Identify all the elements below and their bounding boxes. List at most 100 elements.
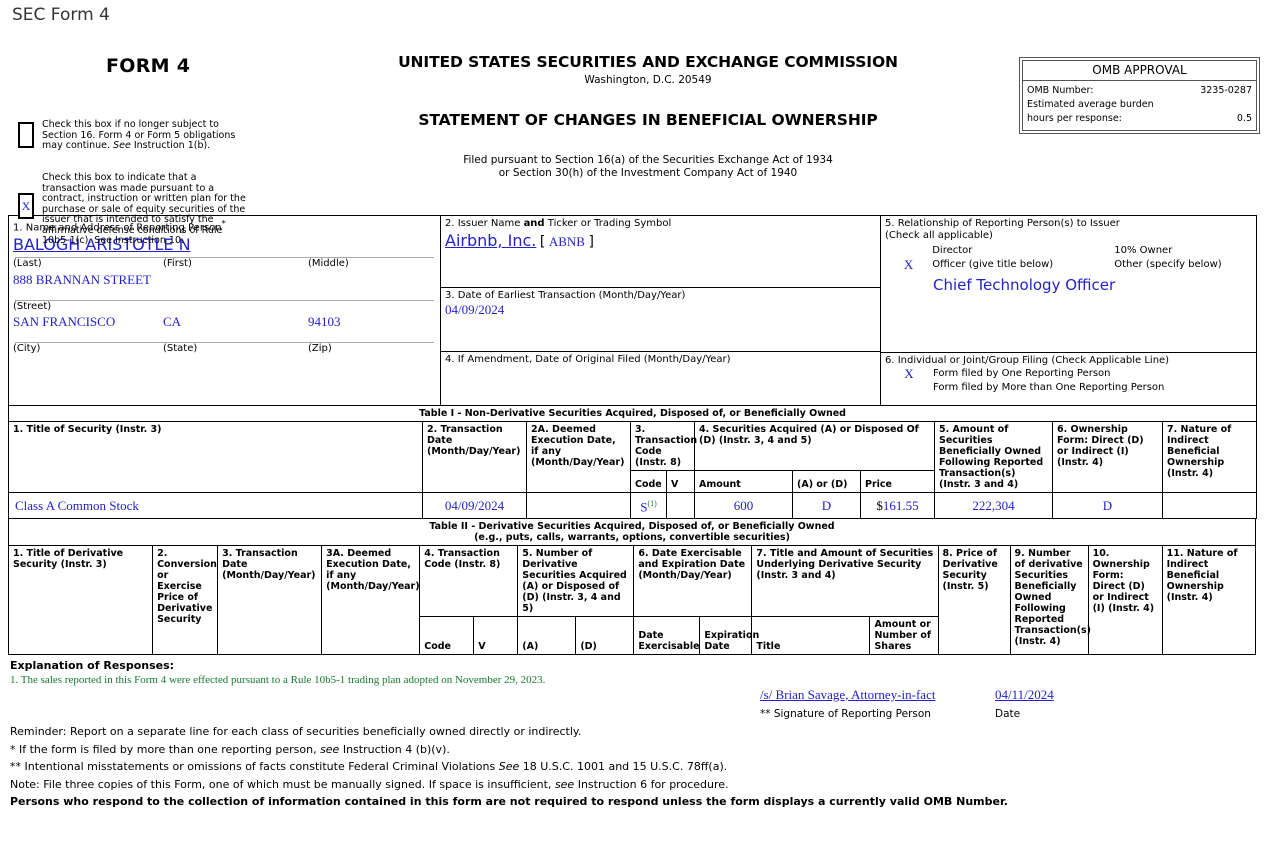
caption-middle: (Middle)	[308, 257, 349, 269]
checkbox-section16-text-b: Instruction 1(b).	[130, 140, 211, 151]
checkbox-section16-text-see: See	[113, 140, 131, 151]
t1-header-deemed-date: 2A. Deemed Execution Date, if any (Month…	[526, 421, 631, 493]
agency-address: Washington, D.C. 20549	[584, 74, 712, 86]
t2-header-deemed-date: 3A. Deemed Execution Date, if any (Month…	[321, 545, 421, 655]
issuer-row: Airbnb, Inc. [ ABNB ]	[445, 231, 876, 250]
box-2-heading-c: Ticker or Trading Symbol	[544, 218, 672, 229]
filing-more-persons-mark[interactable]	[885, 381, 933, 395]
caption-street: (Street)	[13, 300, 52, 312]
t1-cell-deemed-date	[526, 492, 631, 519]
note-note-a: Note: File three copies of this Form, on…	[10, 777, 555, 791]
t2-subheader-d: (D)	[575, 616, 635, 655]
checkbox-10b5-1-row[interactable]: X Check this box to indicate that a tran…	[18, 172, 252, 247]
box-2-issuer: 2. Issuer Name and Ticker or Trading Sym…	[441, 216, 880, 288]
issuer-ticker: ABNB	[548, 233, 585, 249]
t2-header-nature-indirect: 11. Nature of Indirect Beneficial Owners…	[1161, 545, 1257, 655]
relationship-director-mark[interactable]	[885, 244, 932, 258]
reporting-person-city: SAN FRANCISCO	[13, 313, 116, 329]
t2-subheader-amount-shares: Amount or Number of Shares	[869, 616, 939, 655]
t1-cell-ownership-form: D	[1052, 492, 1163, 519]
table-2-title: Table II - Derivative Securities Acquire…	[8, 518, 1256, 546]
t1-header-transaction-code: 3. Transaction Code (Instr. 8)	[630, 421, 697, 471]
agency-title: UNITED STATES SECURITIES AND EXCHANGE CO…	[398, 53, 898, 71]
omb-burden-label-row: Estimated average burden	[1027, 98, 1252, 112]
note-note-b: Instruction 6 for procedure.	[574, 777, 729, 791]
box-3-heading: 3. Date of Earliest Transaction (Month/D…	[445, 290, 686, 301]
t2-header-transaction-date: 3. Transaction Date (Month/Day/Year)	[217, 545, 323, 655]
relationship-officer-mark[interactable]: X	[885, 258, 932, 272]
relationship-officer-row[interactable]: X Officer (give title below) Other (spec…	[885, 258, 1252, 272]
t1-header-ownership-form: 6. Ownership Form: Direct (D) or Indirec…	[1052, 421, 1163, 493]
t1-cell-price: $161.55	[860, 492, 935, 519]
signature-values-row: /s/ Brian Savage, Attorney-in-fact 04/11…	[760, 687, 1054, 703]
omb-burden-value: 0.5	[1236, 113, 1252, 124]
reporting-person-street: 888 BRANNAN STREET	[13, 271, 151, 287]
checkbox-10b5-1[interactable]: X	[18, 193, 34, 219]
note-star-see: see	[320, 742, 340, 756]
box-6-filing-type: 6. Individual or Joint/Group Filing (Che…	[881, 353, 1256, 405]
box-2-heading-a: 2. Issuer Name	[445, 218, 524, 229]
box-5-heading-1: 5. Relationship of Reporting Person(s) t…	[885, 218, 1120, 229]
signature-caption: ** Signature of Reporting Person	[760, 708, 931, 720]
t1-code-footnote-ref: (1)	[647, 499, 657, 509]
filing-one-person-mark[interactable]: X	[885, 366, 933, 381]
box-2-heading: 2. Issuer Name and Ticker or Trading Sym…	[445, 218, 876, 230]
box-4-amendment-date: 4. If Amendment, Date of Original Filed …	[441, 352, 880, 405]
checkbox-section16-row[interactable]: Check this box if no longer subject to S…	[18, 119, 252, 152]
filing-more-persons-label: Form filed by More than One Reporting Pe…	[933, 381, 1165, 393]
note-star-b: Instruction 4 (b)(v).	[339, 742, 450, 756]
note-dstar-a: ** Intentional misstatements or omission…	[10, 760, 499, 773]
t1-header-security: 1. Title of Security (Instr. 3)	[8, 421, 423, 493]
table-2-title-line2: (e.g., puts, calls, warrants, options, c…	[474, 532, 790, 543]
signature-value: /s/ Brian Savage, Attorney-in-fact	[760, 687, 936, 702]
t2-subheader-code: Code	[419, 616, 475, 655]
sec-form-label: SEC Form 4	[12, 5, 110, 25]
table-row: Class A Common Stock 04/09/2024 S(1) 600…	[8, 492, 1258, 519]
signature-date-caption: Date	[995, 708, 1021, 720]
name-captions-row: (Last) (First) (Middle)	[13, 258, 436, 269]
checkbox-section16[interactable]	[18, 122, 34, 148]
omb-burden-label: Estimated average burden	[1027, 99, 1154, 110]
filed-line-2: or Section 30(h) of the Investment Compa…	[498, 167, 798, 179]
t1-subheader-code: Code	[630, 470, 667, 493]
t1-cell-owned-after: 222,304	[934, 492, 1053, 519]
omb-burden-hours-label: hours per response:	[1027, 113, 1122, 124]
box-5-heading-2: (Check all applicable)	[885, 229, 993, 241]
t1-subheader-a-or-d: (A) or (D)	[792, 470, 861, 493]
filing-more-persons-row[interactable]: Form filed by More than One Reporting Pe…	[885, 381, 1252, 395]
box-5-relationship: 5. Relationship of Reporting Person(s) t…	[881, 216, 1256, 353]
note-file-copies: Note: File three copies of this Form, on…	[10, 777, 1254, 793]
note-dstar-see: See	[498, 760, 520, 773]
filing-one-person-row[interactable]: X Form filed by One Reporting Person	[885, 366, 1252, 381]
t2-header-owned-after: 9. Number of derivative Securities Benef…	[1009, 545, 1091, 655]
t1-cell-amount: 600	[694, 492, 793, 519]
signature-captions-row: ** Signature of Reporting Person Date	[760, 708, 1054, 720]
filed-line-1: Filed pursuant to Section 16(a) of the S…	[463, 154, 833, 166]
t1-subheader-amount: Amount	[694, 470, 793, 493]
t1-cell-nature	[1161, 492, 1258, 519]
t1-price-value: 161.55	[882, 498, 919, 513]
issuer-name-link[interactable]: Airbnb, Inc.	[445, 231, 536, 250]
form-title: FORM 4	[106, 55, 191, 77]
t1-cell-security: Class A Common Stock	[8, 492, 423, 519]
caption-zip: (Zip)	[308, 342, 332, 354]
t2-header-date-exercisable: 6. Date Exercisable and Expiration Date …	[633, 545, 753, 617]
t1-cell-v	[666, 492, 695, 519]
omb-number-row: OMB Number: 3235-0287	[1027, 84, 1252, 98]
t1-cell-transaction-date: 04/09/2024	[422, 492, 527, 519]
filed-pursuant-text: Filed pursuant to Section 16(a) of the S…	[348, 154, 948, 180]
box-3-value: 04/09/2024	[445, 301, 505, 317]
explanation-heading: Explanation of Responses:	[10, 659, 175, 672]
reporting-person-state: CA	[163, 313, 182, 329]
t2-subheader-date-exercisable: Date Exercisable	[633, 616, 701, 655]
table-2: Table II - Derivative Securities Acquire…	[7, 518, 1257, 655]
relationship-director-label: Director	[932, 245, 973, 256]
relationship-director-row[interactable]: Director 10% Owner	[885, 244, 1252, 258]
signature-date-value: 04/11/2024	[995, 687, 1054, 702]
t2-header-transaction-code: 4. Transaction Code (Instr. 8)	[419, 545, 519, 617]
reporting-person-zip: 94103	[308, 313, 341, 329]
caption-first: (First)	[163, 257, 192, 269]
omb-approval-box: OMB APPROVAL OMB Number: 3235-0287 Estim…	[1019, 57, 1260, 134]
box-6-heading: 6. Individual or Joint/Group Filing (Che…	[885, 355, 1170, 366]
caption-city: (City)	[13, 342, 41, 354]
